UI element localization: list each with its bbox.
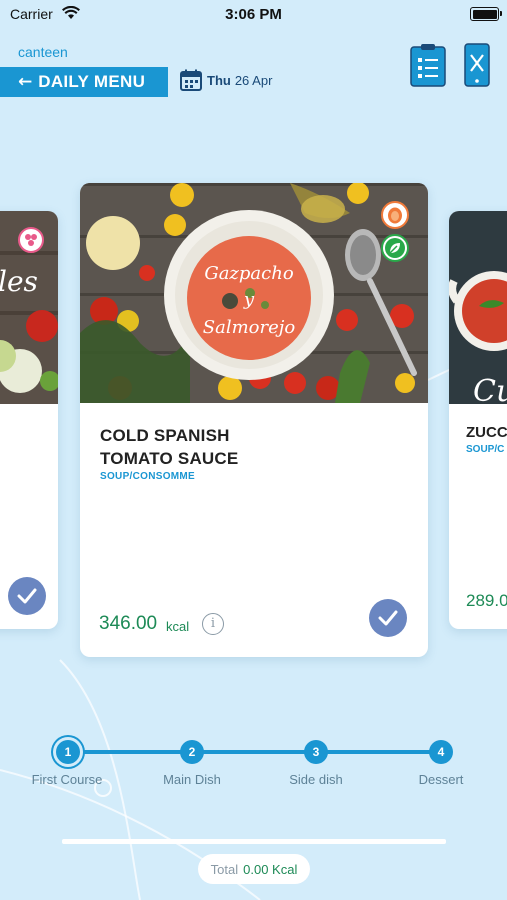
status-bar: Carrier 3:06 PM	[0, 0, 507, 28]
total-progress-bar	[62, 839, 446, 844]
vegetarian-leaf-icon	[381, 234, 409, 262]
step-3-side-dish[interactable]: 3	[304, 740, 328, 764]
dish-kcal-unit: kcal	[166, 619, 190, 634]
image-caption-next: Cu	[473, 374, 507, 404]
date-display[interactable]: Thu 26 Apr	[180, 69, 272, 91]
dish-image-gazpacho: Gazpacho y Salmorejo	[80, 183, 428, 403]
stepper-line	[66, 750, 442, 754]
allergen-icon-previous	[18, 227, 44, 253]
total-calories-pill: Total 0.00 Kcal	[198, 854, 310, 884]
step-label-dessert: Dessert	[418, 772, 464, 787]
total-value: 0.00 Kcal	[243, 861, 298, 877]
dish-card-next[interactable]: Cu ZUCCH SOUP/C 289.0	[449, 211, 507, 629]
dish-card-previous[interactable]: les	[0, 211, 58, 629]
egg-allergen-icon	[381, 201, 409, 229]
calendar-icon	[180, 69, 202, 91]
step-2-main-dish[interactable]: 2	[180, 740, 204, 764]
clock: 3:06 PM	[225, 6, 282, 23]
step-label-first-course: First Course	[31, 772, 103, 787]
dish-name-line2: TOMATO SAUCE	[100, 449, 239, 468]
image-caption-line1: Gazpacho	[204, 263, 294, 284]
dish-category: SOUP/CONSOMME	[100, 471, 196, 482]
dish-name-line1: COLD SPANISH	[100, 426, 230, 445]
step-label-side-dish: Side dish	[289, 772, 343, 787]
daily-menu-back-button[interactable]: ← DAILY MENU	[0, 67, 168, 97]
dish-name-next: ZUCCH	[466, 424, 507, 441]
back-button-label: DAILY MENU	[38, 72, 146, 91]
menu-list-icon[interactable]	[410, 43, 446, 87]
step-4-dessert[interactable]: 4	[429, 740, 453, 764]
dish-name: COLD SPANISH TOMATO SAUCE	[100, 424, 238, 470]
app-name: canteen	[18, 44, 68, 60]
cutlery-phone-icon[interactable]	[464, 43, 490, 87]
select-check-button[interactable]	[369, 599, 407, 637]
battery-icon	[470, 7, 502, 21]
back-arrow-icon: ←	[18, 72, 33, 92]
image-caption-line2: y	[243, 289, 255, 310]
check-icon	[378, 610, 398, 626]
image-caption-previous: les	[0, 265, 38, 298]
check-icon	[17, 588, 37, 604]
date-number: 26 Apr	[234, 72, 273, 88]
total-label: Total	[210, 861, 239, 877]
info-button[interactable]: i	[202, 613, 224, 635]
dish-kcal-next: 289.0	[466, 591, 507, 610]
step-label-main-dish: Main Dish	[163, 772, 221, 787]
dish-card-current[interactable]: Gazpacho y Salmorejo COLD SPANISH TOMATO…	[80, 183, 428, 657]
image-caption-line3: Salmorejo	[203, 317, 296, 338]
dish-image-next: Cu	[449, 211, 507, 404]
date-weekday: Thu	[207, 72, 231, 88]
step-1-first-course[interactable]: 1	[56, 740, 80, 764]
select-check-button-previous[interactable]	[8, 577, 46, 615]
course-stepper: 1 2 3 4 First Course Main Dish Side dish…	[0, 730, 507, 800]
dish-category-next: SOUP/C	[466, 444, 505, 455]
dish-kcal-value: 346.00	[99, 613, 158, 634]
